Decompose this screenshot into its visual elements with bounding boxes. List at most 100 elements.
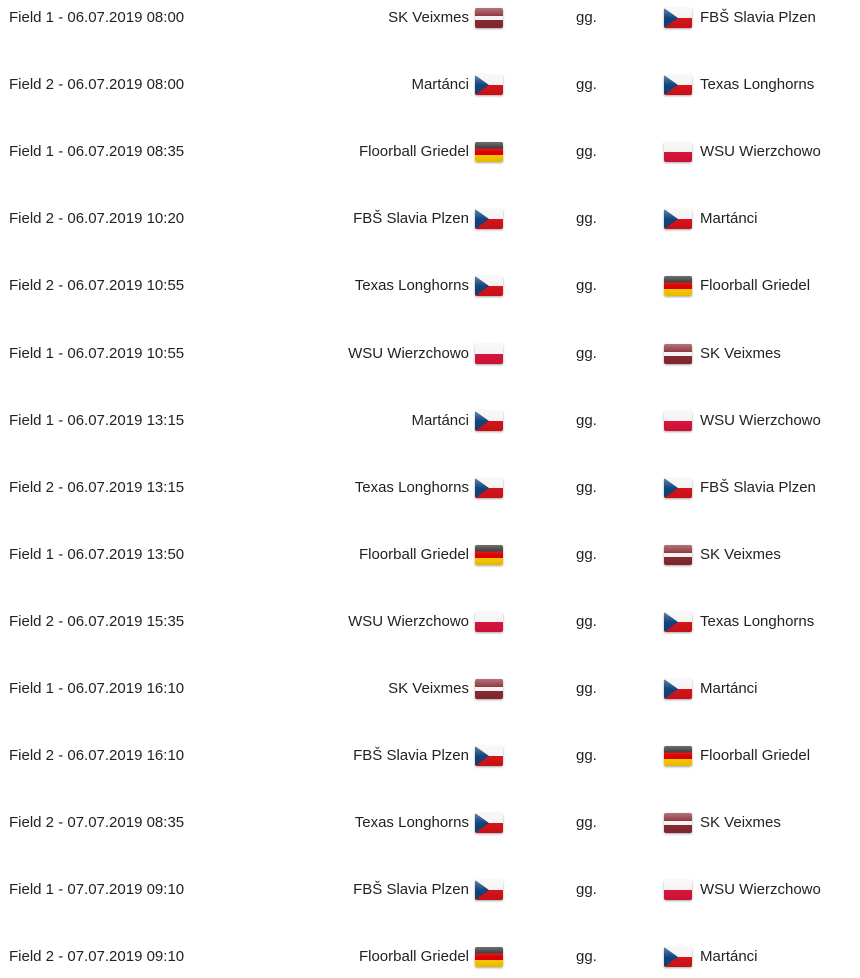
flag-lv-icon bbox=[664, 544, 692, 565]
away-team[interactable]: SK Veixmes bbox=[700, 342, 781, 366]
flag-cz-icon bbox=[664, 477, 692, 498]
away-team[interactable]: Floorball Griedel bbox=[700, 274, 810, 298]
match-row: Field 1 - 07.07.2019 09:10 FBŠ Slavia Plz… bbox=[0, 878, 860, 902]
flag-lv-icon bbox=[664, 343, 692, 364]
match-time: Field 1 - 06.07.2019 16:10 bbox=[9, 680, 185, 697]
match-time: Field 2 - 07.07.2019 09:10 bbox=[9, 948, 185, 966]
away-team[interactable]: FBŠ Slavia Plzen bbox=[700, 476, 816, 500]
flag-de-icon bbox=[664, 276, 692, 297]
home-team[interactable]: Floorball Griedel bbox=[359, 945, 469, 969]
match-time: Field 1 - 06.07.2019 08:00 bbox=[9, 9, 185, 26]
home-team[interactable]: FBŠ Slavia Plzen bbox=[353, 207, 469, 231]
flag-cz-icon bbox=[475, 276, 503, 297]
match-result: gg. bbox=[576, 881, 597, 899]
flag-lv-icon bbox=[664, 813, 692, 834]
away-team[interactable]: WSU Wierzchowo bbox=[700, 409, 821, 433]
home-team[interactable]: Texas Longhorns bbox=[355, 476, 469, 500]
away-team[interactable]: SK Veixmes bbox=[700, 543, 781, 567]
away-team[interactable]: WSU Wierzchowo bbox=[700, 878, 821, 902]
home-team[interactable]: WSU Wierzchowo bbox=[348, 342, 469, 366]
match-time: Field 2 - 06.07.2019 16:10 bbox=[9, 747, 185, 765]
home-team[interactable]: SK Veixmes bbox=[388, 677, 469, 701]
flag-cz-icon bbox=[664, 679, 692, 699]
match-row: Field 2 - 06.07.2019 08:00 Martánci gg. Tex… bbox=[0, 73, 860, 97]
flag-cz-icon bbox=[664, 611, 692, 632]
flag-pl-icon bbox=[475, 611, 503, 632]
match-result: gg. bbox=[576, 344, 597, 362]
match-row: Field 2 - 06.07.2019 13:15 Texas Longhorn… bbox=[0, 476, 860, 500]
match-time: Field 2 - 06.07.2019 10:20 bbox=[9, 210, 185, 228]
match-result: gg. bbox=[576, 612, 597, 630]
match-result: gg. bbox=[576, 478, 597, 496]
match-result: gg. bbox=[576, 814, 597, 832]
match-time: Field 1 - 06.07.2019 08:35 bbox=[9, 143, 185, 161]
home-team[interactable]: Floorball Griedel bbox=[359, 140, 469, 164]
match-result: gg. bbox=[576, 411, 597, 429]
match-time: Field 2 - 06.07.2019 13:15 bbox=[9, 478, 185, 496]
flag-cz-icon bbox=[664, 8, 692, 28]
match-result: gg. bbox=[576, 76, 597, 94]
flag-cz-icon bbox=[475, 746, 503, 767]
flag-cz-icon bbox=[664, 75, 692, 96]
match-result: gg. bbox=[576, 545, 597, 563]
match-result: gg. bbox=[576, 277, 597, 295]
home-team[interactable]: Floorball Griedel bbox=[359, 543, 469, 567]
away-team[interactable]: Martánci bbox=[700, 945, 758, 969]
match-row: Field 2 - 06.07.2019 15:35 WSU Wierzchowo… bbox=[0, 610, 860, 634]
home-team[interactable]: Texas Longhorns bbox=[355, 274, 469, 298]
away-team[interactable]: SK Veixmes bbox=[700, 811, 781, 835]
flag-cz-icon bbox=[664, 209, 692, 230]
match-row: Field 2 - 07.07.2019 09:10 Floorball Grie… bbox=[0, 945, 860, 969]
flag-cz-icon bbox=[475, 477, 503, 498]
flag-lv-icon bbox=[475, 8, 503, 28]
home-team[interactable]: WSU Wierzchowo bbox=[348, 610, 469, 634]
flag-cz-icon bbox=[664, 947, 692, 968]
away-team[interactable]: WSU Wierzchowo bbox=[700, 140, 821, 164]
match-time: Field 1 - 07.07.2019 09:10 bbox=[9, 881, 185, 899]
away-team[interactable]: Floorball Griedel bbox=[700, 744, 810, 768]
flag-de-icon bbox=[664, 746, 692, 767]
match-row: Field 1 - 06.07.2019 08:00 SK Veixmes gg. F… bbox=[0, 6, 860, 30]
match-result: gg. bbox=[576, 747, 597, 765]
flag-pl-icon bbox=[475, 343, 503, 364]
home-team[interactable]: FBŠ Slavia Plzen bbox=[353, 878, 469, 902]
match-result: gg. bbox=[576, 9, 597, 26]
match-row: Field 2 - 06.07.2019 10:20 FBŠ Slavia Plz… bbox=[0, 207, 860, 231]
home-team[interactable]: Texas Longhorns bbox=[355, 811, 469, 835]
flag-de-icon bbox=[475, 544, 503, 565]
away-team[interactable]: Martánci bbox=[700, 677, 758, 701]
flag-de-icon bbox=[475, 947, 503, 968]
home-team[interactable]: Martánci bbox=[411, 73, 469, 97]
flag-lv-icon bbox=[475, 679, 503, 699]
match-time: Field 1 - 06.07.2019 13:15 bbox=[9, 411, 185, 429]
flag-pl-icon bbox=[664, 410, 692, 431]
away-team[interactable]: Texas Longhorns bbox=[700, 73, 814, 97]
away-team[interactable]: FBŠ Slavia Plzen bbox=[700, 6, 816, 30]
away-team[interactable]: Martánci bbox=[700, 207, 758, 231]
flag-de-icon bbox=[475, 142, 503, 163]
match-row: Field 2 - 07.07.2019 08:35 Texas Longhorn… bbox=[0, 811, 860, 835]
home-team[interactable]: SK Veixmes bbox=[388, 6, 469, 30]
match-time: Field 1 - 06.07.2019 13:50 bbox=[9, 545, 185, 563]
match-result: gg. bbox=[576, 210, 597, 228]
home-team[interactable]: FBŠ Slavia Plzen bbox=[353, 744, 469, 768]
match-row: Field 2 - 06.07.2019 16:10 FBŠ Slavia Plz… bbox=[0, 744, 860, 768]
flag-cz-icon bbox=[475, 75, 503, 96]
match-row: Field 1 - 06.07.2019 08:35 Floorball Grie… bbox=[0, 140, 860, 164]
match-result: gg. bbox=[576, 680, 597, 697]
match-row: Field 2 - 06.07.2019 10:55 Texas Longhorn… bbox=[0, 274, 860, 298]
match-row: Field 1 - 06.07.2019 16:10 SK Veixmes gg. M… bbox=[0, 677, 860, 701]
flag-pl-icon bbox=[664, 880, 692, 901]
home-team[interactable]: Martánci bbox=[411, 409, 469, 433]
match-result: gg. bbox=[576, 948, 597, 966]
match-result: gg. bbox=[576, 143, 597, 161]
flag-cz-icon bbox=[475, 410, 503, 431]
match-time: Field 2 - 06.07.2019 15:35 bbox=[9, 612, 185, 630]
match-time: Field 1 - 06.07.2019 10:55 bbox=[9, 344, 185, 362]
match-time: Field 2 - 06.07.2019 10:55 bbox=[9, 277, 185, 295]
flag-cz-icon bbox=[475, 209, 503, 230]
flag-pl-icon bbox=[664, 142, 692, 163]
match-time: Field 2 - 07.07.2019 08:35 bbox=[9, 814, 185, 832]
match-row: Field 1 - 06.07.2019 10:55 WSU Wierzchowo… bbox=[0, 342, 860, 366]
away-team[interactable]: Texas Longhorns bbox=[700, 610, 814, 634]
